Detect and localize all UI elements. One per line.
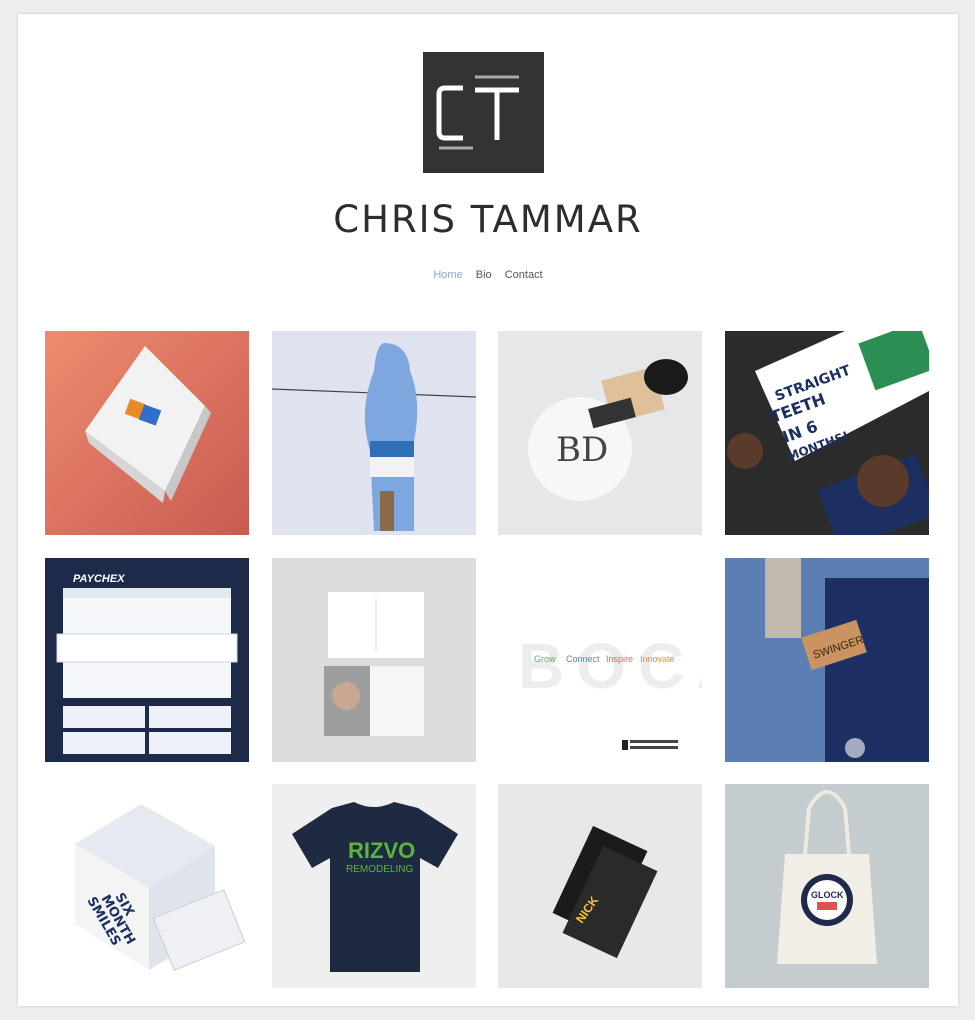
portfolio-tile-swinger[interactable]: SWINGER [725,558,929,762]
portfolio-tile-rizvo-tshirt[interactable]: RIZVO REMODELING [272,784,476,988]
boca-wordmark: BOCA [518,630,702,702]
portfolio-tile-postcards[interactable] [272,558,476,762]
paychex-logo-text: PAYCHEX [73,573,125,585]
site-logo[interactable] [423,52,544,173]
boca-word-inspire: Inspire [606,654,633,664]
portfolio-tile-business-cards[interactable]: NICK [498,784,702,988]
boca-word-grow: Grow [534,654,556,664]
boca-word-connect: Connect [566,654,600,664]
portfolio-tile-paychex[interactable]: PAYCHEX [45,558,249,762]
portfolio-tile-silhouette[interactable] [272,331,476,535]
portfolio-tile-box[interactable] [45,331,249,535]
rizvo-tagline: REMODELING [346,864,413,875]
ct-logo-mark [423,52,544,173]
site-title[interactable]: CHRIS TAMMAR [18,198,958,241]
nav-bio[interactable]: Bio [476,269,492,281]
portfolio-tile-boca[interactable]: BOCA Grow Connect Inspire Innovate [498,558,702,762]
portfolio-tile-six-month-smiles-box[interactable]: SIX MONTH SMILES [45,784,249,988]
tote-logo-text: GLOCK [811,890,844,900]
boca-word-innovate: Innovate [640,654,675,664]
svg-text:BD: BD [556,430,608,470]
main-nav: Home Bio Contact [18,269,958,281]
nav-home[interactable]: Home [433,269,462,281]
portfolio-tile-straight-teeth[interactable]: STRAIGHT TEETH IN 6 MONTHS! [725,331,929,535]
nav-contact[interactable]: Contact [505,269,543,281]
portfolio-tile-stamp[interactable]: BD [498,331,702,535]
portfolio-tile-tote-bag[interactable]: GLOCK [725,784,929,988]
page-container: CHRIS TAMMAR Home Bio Contact BD STRAIGH… [18,14,958,1006]
rizvo-wordmark: RIZVO [348,838,415,863]
